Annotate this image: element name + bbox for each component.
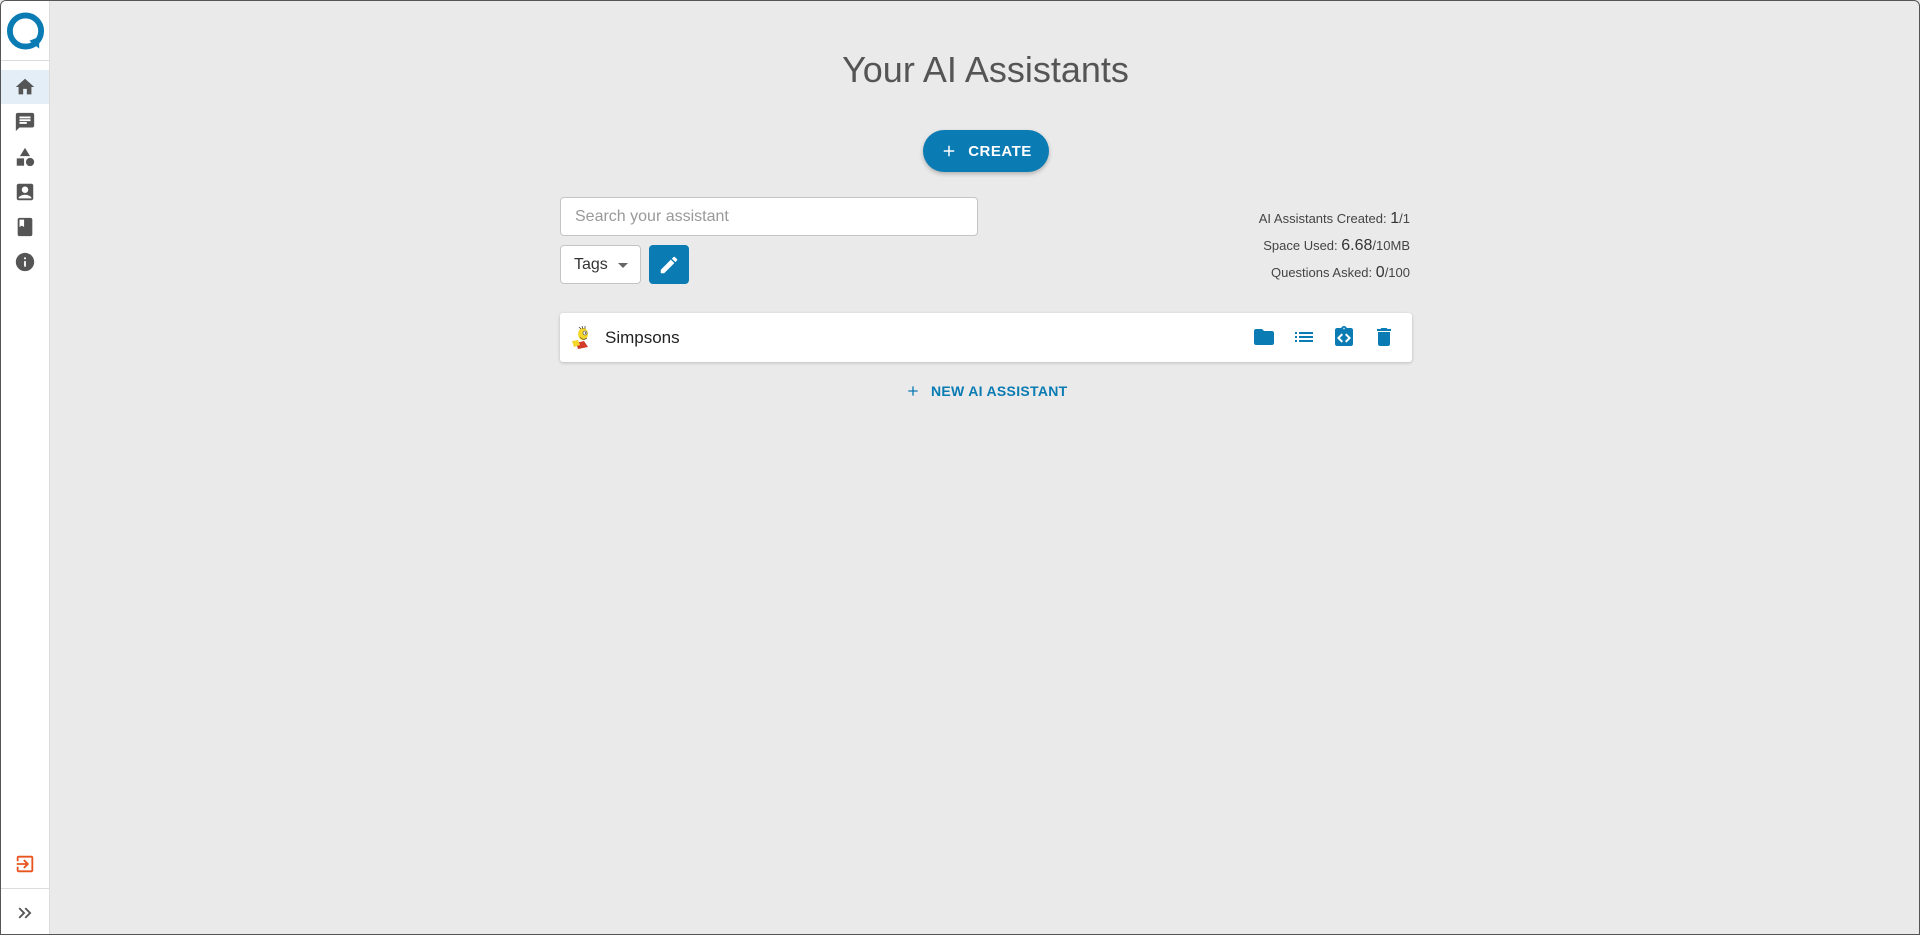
sidebar-item-shapes[interactable]	[1, 140, 49, 174]
folder-icon	[1254, 329, 1274, 345]
pencil-icon	[660, 256, 678, 273]
sidebar-divider	[1, 60, 49, 61]
sidebar	[1, 1, 50, 934]
new-ai-assistant-button[interactable]: NEW AI ASSISTANT	[905, 379, 1068, 403]
sidebar-item-docs[interactable]	[1, 210, 49, 244]
caret-down-icon	[618, 263, 628, 268]
embed-code-button[interactable]	[1332, 325, 1356, 349]
plus-icon	[908, 386, 918, 396]
chat-icon	[15, 112, 35, 132]
tags-select-label: Tags	[574, 255, 608, 273]
create-button[interactable]: CREATE	[923, 130, 1049, 172]
sidebar-item-info[interactable]	[1, 245, 49, 279]
logout-icon	[16, 855, 34, 873]
book-icon	[17, 217, 33, 237]
app-window: Your AI Assistants CREATE Tags AI Assist…	[0, 0, 1920, 935]
shapes-icon	[16, 147, 35, 167]
edit-tags-button[interactable]	[649, 245, 689, 284]
plus-icon	[943, 145, 955, 157]
open-folder-button[interactable]	[1252, 325, 1276, 349]
trash-icon	[1377, 328, 1391, 346]
tags-select[interactable]: Tags	[560, 245, 641, 284]
info-icon	[15, 252, 35, 272]
logout-button[interactable]	[1, 847, 49, 881]
stat-space-used: Space Used: 6.68/10MB	[1263, 237, 1410, 254]
contact-icon	[16, 183, 34, 201]
sidebar-item-contacts[interactable]	[1, 175, 49, 209]
search-input[interactable]	[560, 197, 978, 236]
double-chevron-right-icon	[18, 907, 32, 919]
expand-sidebar-button[interactable]	[1, 896, 49, 930]
list-button[interactable]	[1292, 325, 1316, 349]
sidebar-divider	[1, 888, 49, 889]
stat-questions-asked: Questions Asked: 0/100	[1270, 264, 1410, 281]
assistant-name[interactable]: Simpsons	[605, 328, 680, 348]
home-icon	[15, 78, 35, 95]
new-ai-assistant-label: NEW AI ASSISTANT	[931, 383, 1068, 399]
page-title: Your AI Assistants	[842, 49, 1129, 90]
list-icon	[1295, 332, 1313, 342]
assistant-actions	[1252, 325, 1396, 349]
stat-assistants-created: AI Assistants Created: 1/1	[1258, 210, 1410, 227]
app-logo[interactable]	[6, 11, 45, 51]
create-button-label: CREATE	[968, 142, 1032, 160]
sidebar-item-chat[interactable]	[1, 105, 49, 139]
sidebar-item-home[interactable]	[1, 70, 49, 104]
assistant-card[interactable]: Simpsons	[560, 313, 1412, 362]
code-clipboard-icon	[1335, 326, 1353, 346]
delete-button[interactable]	[1372, 325, 1396, 349]
simpsons-avatar	[572, 325, 588, 349]
usage-stats: AI Assistants Created: 1/1 Space Used: 6…	[1259, 205, 1410, 286]
